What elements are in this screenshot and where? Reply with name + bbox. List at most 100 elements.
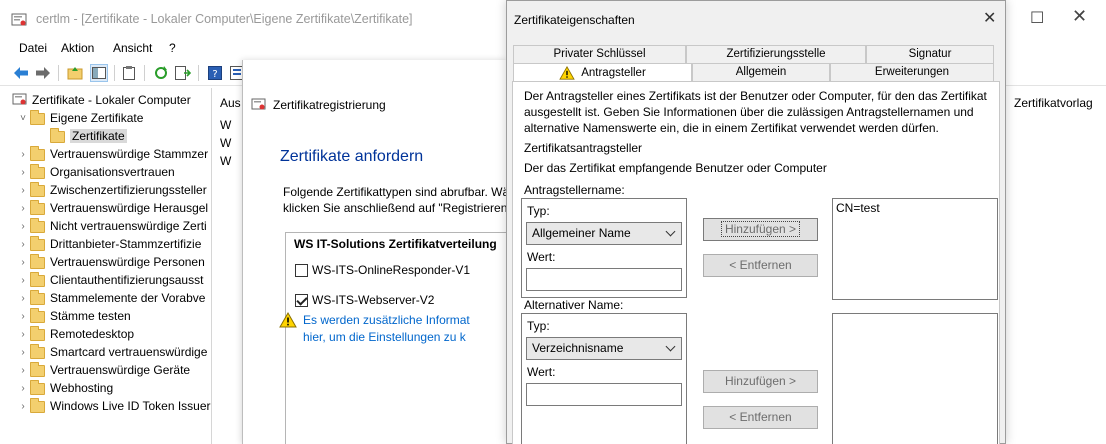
forward-arrow-icon[interactable] [34, 64, 52, 82]
tab-erweiterungen[interactable]: Erweiterungen [830, 63, 994, 81]
expand-chevron-icon[interactable]: › [16, 329, 30, 340]
expand-chevron-icon[interactable]: › [16, 221, 30, 232]
tree-item[interactable]: › Stämme testen [16, 307, 131, 325]
folder-icon [30, 200, 45, 215]
folder-icon [30, 344, 45, 359]
expand-chevron-icon[interactable]: › [16, 185, 30, 196]
tab-row-bottom: Antragsteller Allgemein Erweiterungen [513, 63, 994, 82]
tab-signatur[interactable]: Signatur [866, 45, 994, 63]
tree-item[interactable]: › Vertrauenswürdige Herausgel [16, 199, 208, 217]
tree-item[interactable]: › Vertrauenswürdige Stammzer [16, 145, 208, 163]
folder-icon [30, 362, 45, 377]
up-folder-icon[interactable] [66, 64, 84, 82]
tree-item[interactable]: › Vertrauenswürdige Personen [16, 253, 205, 271]
template-webserver[interactable]: WS-ITS-Webserver-V2 [295, 293, 434, 307]
tree-item[interactable]: › Clientauthentifizierungsausst [16, 271, 203, 289]
close-icon[interactable]: ✕ [1072, 6, 1087, 27]
more-info-link[interactable]: Es werden zusätzliche Informat hier, um … [303, 312, 470, 346]
expand-chevron-icon[interactable]: › [16, 383, 30, 394]
console-tree: Zertifikate - Lokaler Computer ˅ Eigene … [0, 88, 212, 444]
subject-add-button[interactable]: Hinzufügen > [703, 218, 818, 241]
tab-row-top: Privater Schlüssel Zertifizierungsstelle… [513, 45, 994, 63]
subject-name-group: Typ: Allgemeiner Name Wert: [521, 198, 687, 298]
tree-item[interactable]: › Stammelemente der Vorabve [16, 289, 205, 307]
enrollment-wizard: Zertifikatregistrierung Zertifikate anfo… [242, 60, 515, 444]
alt-name-group: Typ: Verzeichnisname Wert: [521, 313, 687, 444]
subject-remove-button[interactable]: < Entfernen [703, 254, 818, 277]
back-arrow-icon[interactable] [12, 64, 30, 82]
list-item[interactable]: W [220, 118, 231, 132]
tree-item[interactable]: › Nicht vertrauenswürdige Zerti [16, 217, 207, 235]
checkbox-checked[interactable] [295, 293, 308, 307]
folder-open-icon [30, 110, 45, 125]
tree-item-eigene-zertifikate[interactable]: ˅ Eigene Zertifikate [16, 109, 143, 127]
tree-item[interactable]: › Remotedesktop [16, 325, 134, 343]
subject-type-select[interactable]: Allgemeiner Name [526, 222, 682, 245]
expand-chevron-icon[interactable]: › [16, 275, 30, 286]
subject-value-label: Wert: [527, 250, 556, 264]
refresh-icon[interactable] [152, 64, 170, 82]
help-icon[interactable]: ? [206, 64, 224, 82]
list-item[interactable]: CN=test [836, 201, 994, 215]
alt-name-label: Alternativer Name: [524, 298, 624, 312]
tab-allgemein[interactable]: Allgemein [692, 63, 830, 81]
intro-text: Der Antragsteller eines Zertifikats ist … [524, 89, 987, 135]
list-item[interactable]: W [220, 154, 231, 168]
alt-add-button[interactable]: Hinzufügen > [703, 370, 818, 393]
chevron-down-icon [665, 226, 676, 237]
tree-item[interactable]: › Zwischenzertifizierungssteller [16, 181, 207, 199]
list-item[interactable]: W [220, 136, 231, 150]
dialog-close-icon[interactable]: ✕ [983, 8, 996, 28]
svg-text:?: ? [212, 69, 217, 80]
menu-aktion[interactable]: Aktion [61, 41, 94, 55]
certificate-app-icon [11, 13, 27, 26]
tree-item[interactable]: › Drittanbieter-Stammzertifizie [16, 235, 201, 253]
column-header-zertifikatvorlage[interactable]: Zertifikatvorlag [1014, 96, 1093, 110]
folder-icon [30, 272, 45, 287]
alt-remove-button[interactable]: < Entfernen [703, 406, 818, 429]
tab-panel-antragsteller: Der Antragsteller eines Zertifikats ist … [512, 81, 1000, 444]
expand-chevron-icon[interactable]: › [16, 293, 30, 304]
tree-item-root[interactable]: Zertifikate - Lokaler Computer [12, 91, 191, 109]
tree-item[interactable]: › Organisationsvertrauen [16, 163, 175, 181]
folder-icon [30, 254, 45, 269]
menu-help[interactable]: ? [169, 41, 176, 55]
expand-chevron-icon[interactable]: ˅ [16, 113, 30, 124]
show-hide-tree-icon[interactable] [90, 64, 108, 82]
alt-value-input[interactable] [526, 383, 682, 406]
menu-datei[interactable]: Datei [19, 41, 47, 55]
checkbox[interactable] [295, 263, 308, 277]
subject-values-list[interactable]: CN=test [832, 198, 998, 300]
column-header-ausgestellt[interactable]: Aus [220, 96, 241, 110]
export-list-icon[interactable] [174, 64, 192, 82]
tree-item[interactable]: › Vertrauenswürdige Geräte [16, 361, 190, 379]
expand-chevron-icon[interactable]: › [16, 167, 30, 178]
tree-item-zertifikate[interactable]: Zertifikate [50, 127, 127, 145]
expand-chevron-icon[interactable]: › [16, 203, 30, 214]
expand-chevron-icon[interactable]: › [16, 257, 30, 268]
tab-antragsteller[interactable]: Antragsteller [513, 63, 692, 82]
expand-chevron-icon[interactable]: › [16, 149, 30, 160]
expand-chevron-icon[interactable]: › [16, 347, 30, 358]
subject-value-input[interactable] [526, 268, 682, 291]
menu-ansicht[interactable]: Ansicht [113, 41, 152, 55]
more-info-warning: Es werden zusätzliche Informat hier, um … [279, 312, 470, 346]
expand-chevron-icon[interactable]: › [16, 401, 30, 412]
maximize-icon[interactable]: ☐ [1030, 8, 1044, 28]
expand-chevron-icon[interactable]: › [16, 365, 30, 376]
expand-chevron-icon[interactable]: › [16, 311, 30, 322]
tab-privater-schluessel[interactable]: Privater Schlüssel [513, 45, 686, 63]
alt-values-list[interactable] [832, 313, 998, 444]
folder-icon [30, 290, 45, 305]
tree-item[interactable]: › Windows Live ID Token Issuer [16, 397, 211, 415]
folder-icon [30, 398, 45, 413]
wizard-heading: Zertifikate anfordern [280, 148, 424, 165]
clipboard-icon[interactable] [120, 64, 138, 82]
alt-type-select[interactable]: Verzeichnisname [526, 337, 682, 360]
tree-item[interactable]: › Webhosting [16, 379, 113, 397]
tab-zertifizierungsstelle[interactable]: Zertifizierungsstelle [686, 45, 866, 63]
tree-item[interactable]: › Smartcard vertrauenswürdige [16, 343, 207, 361]
folder-icon [30, 218, 45, 233]
template-onlineresponder[interactable]: WS-ITS-OnlineResponder-V1 [295, 263, 470, 277]
expand-chevron-icon[interactable]: › [16, 239, 30, 250]
